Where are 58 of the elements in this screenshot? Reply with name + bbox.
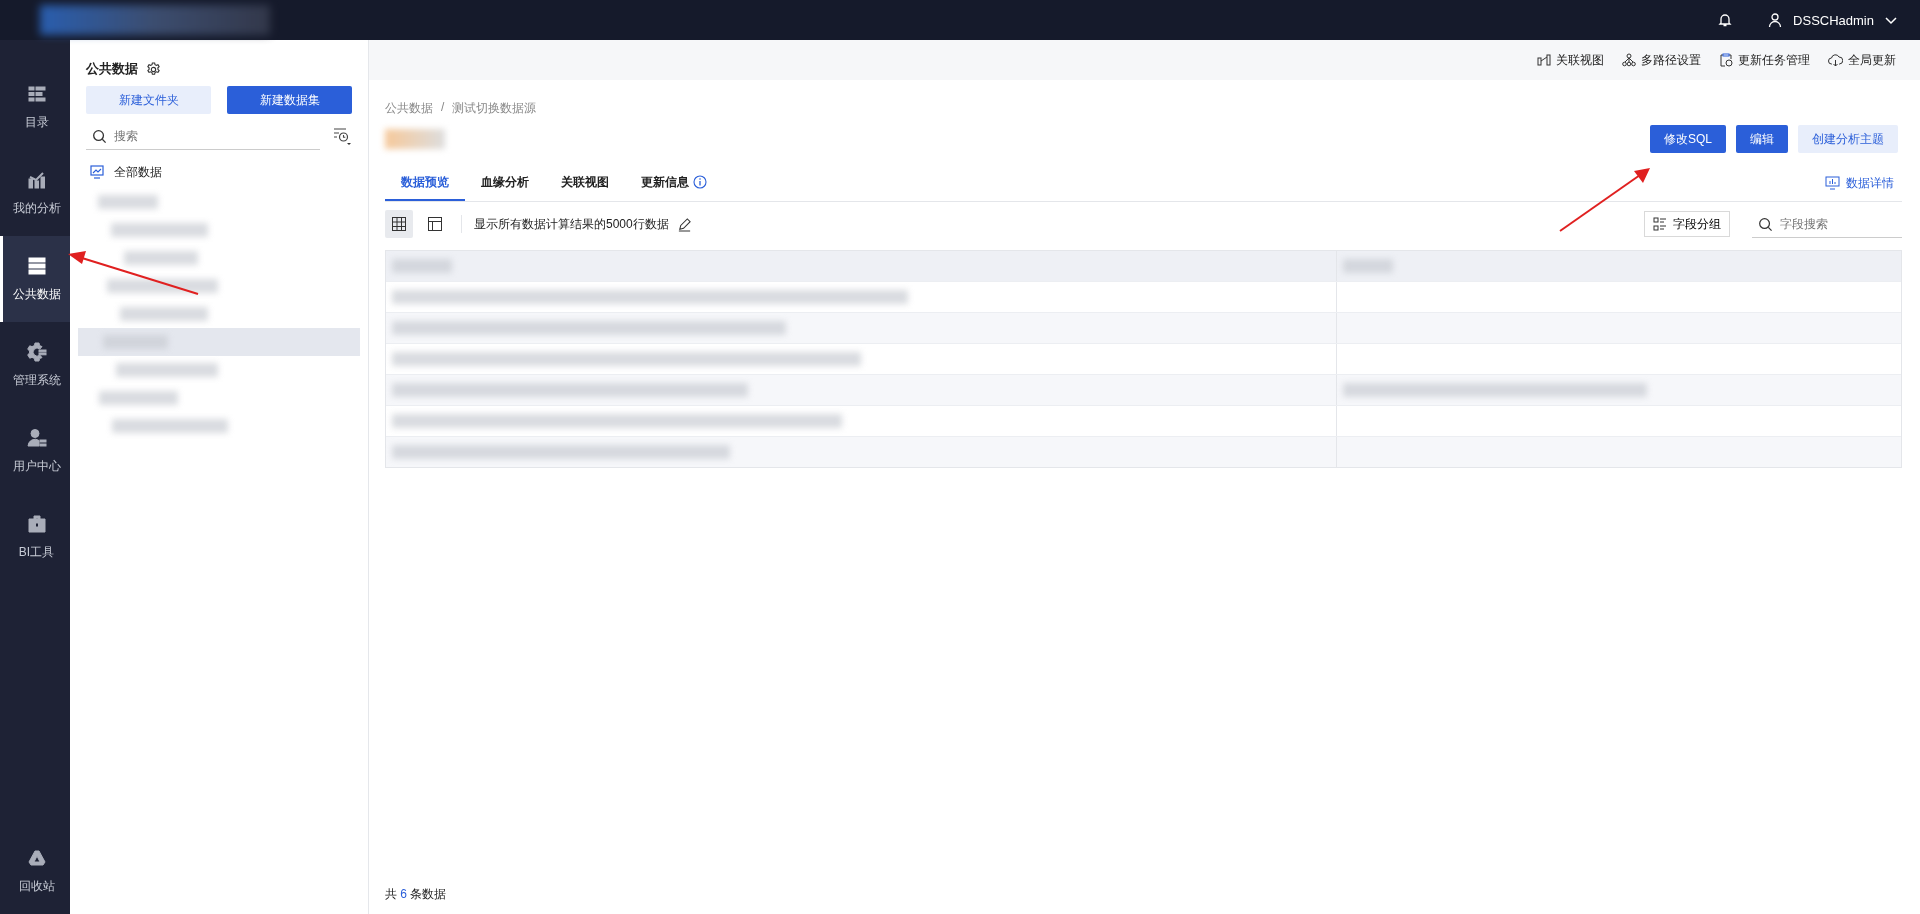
nav-item[interactable]: 目录 <box>0 64 70 150</box>
nav-item[interactable]: 回收站 <box>0 828 70 914</box>
grid-icon <box>391 216 407 232</box>
info-icon <box>693 175 707 189</box>
nav-item[interactable]: 用户中心 <box>0 408 70 494</box>
redacted-title <box>385 129 445 149</box>
data-detail-link[interactable]: 数据详情 <box>1825 174 1902 192</box>
gear-icon <box>26 341 47 362</box>
relation-icon <box>1537 53 1551 67</box>
user-icon <box>1767 12 1784 28</box>
tab[interactable]: 数据预览 <box>385 165 465 201</box>
field-search[interactable]: 字段搜索 <box>1752 210 1902 238</box>
new-button[interactable]: 新建数据集 <box>227 86 352 114</box>
tab[interactable]: 关联视图 <box>545 165 625 201</box>
filter-history-icon[interactable] <box>332 126 352 146</box>
tree-item[interactable]: 全部数据 <box>78 156 360 188</box>
nav-item[interactable]: 公共数据 <box>0 236 70 322</box>
search-icon <box>92 129 107 144</box>
clipboard-icon <box>1719 53 1733 67</box>
database-icon <box>26 255 47 276</box>
settings-icon[interactable] <box>146 61 161 77</box>
new-button[interactable]: 新建文件夹 <box>86 86 211 114</box>
toolbox-icon <box>26 513 47 534</box>
hierarchy-icon <box>1622 53 1636 67</box>
list-icon <box>26 83 47 104</box>
toolbar-button[interactable]: 更新任务管理 <box>1719 51 1810 69</box>
cloud-icon <box>1828 53 1843 67</box>
action-button[interactable]: 编辑 <box>1736 125 1788 153</box>
breadcrumb-link[interactable]: 公共数据 <box>385 100 433 117</box>
tab[interactable]: 血缘分析 <box>465 165 545 201</box>
panel-title: 公共数据 <box>86 60 138 78</box>
chart-monitor-icon <box>90 165 104 179</box>
group-icon <box>1653 217 1667 231</box>
action-button[interactable]: 修改SQL <box>1650 125 1726 153</box>
edit-icon[interactable] <box>676 216 692 232</box>
preview-note: 显示所有数据计算结果的5000行数据 <box>474 215 669 233</box>
bell-icon[interactable] <box>1717 12 1734 28</box>
action-button[interactable]: 创建分析主题 <box>1798 125 1898 153</box>
report-icon <box>1825 176 1840 190</box>
row-count: 共 6 条数据 <box>385 885 448 903</box>
toolbar-button[interactable]: 关联视图 <box>1537 51 1604 69</box>
search-field[interactable]: 搜索 <box>86 122 320 150</box>
view-mode-toggle[interactable] <box>385 210 413 238</box>
tab[interactable]: 更新信息 <box>625 165 723 201</box>
nav-item[interactable]: 管理系统 <box>0 322 70 408</box>
field-group-button[interactable]: 字段分组 <box>1644 211 1730 237</box>
bar-chart-icon <box>26 169 47 190</box>
search-icon <box>1758 217 1773 232</box>
recycle-icon <box>26 847 47 868</box>
nav-item[interactable]: 我的分析 <box>0 150 70 236</box>
nav-item[interactable]: BI工具 <box>0 494 70 580</box>
toolbar-button[interactable]: 多路径设置 <box>1622 51 1701 69</box>
layout-icon <box>427 216 443 232</box>
breadcrumb-separator: / <box>441 100 445 116</box>
user-icon <box>26 427 47 448</box>
breadcrumb-link[interactable]: 测试切换数据源 <box>452 100 537 117</box>
user-menu[interactable]: DSSCHadmin <box>1793 12 1874 28</box>
toolbar-button[interactable]: 全局更新 <box>1828 51 1896 69</box>
